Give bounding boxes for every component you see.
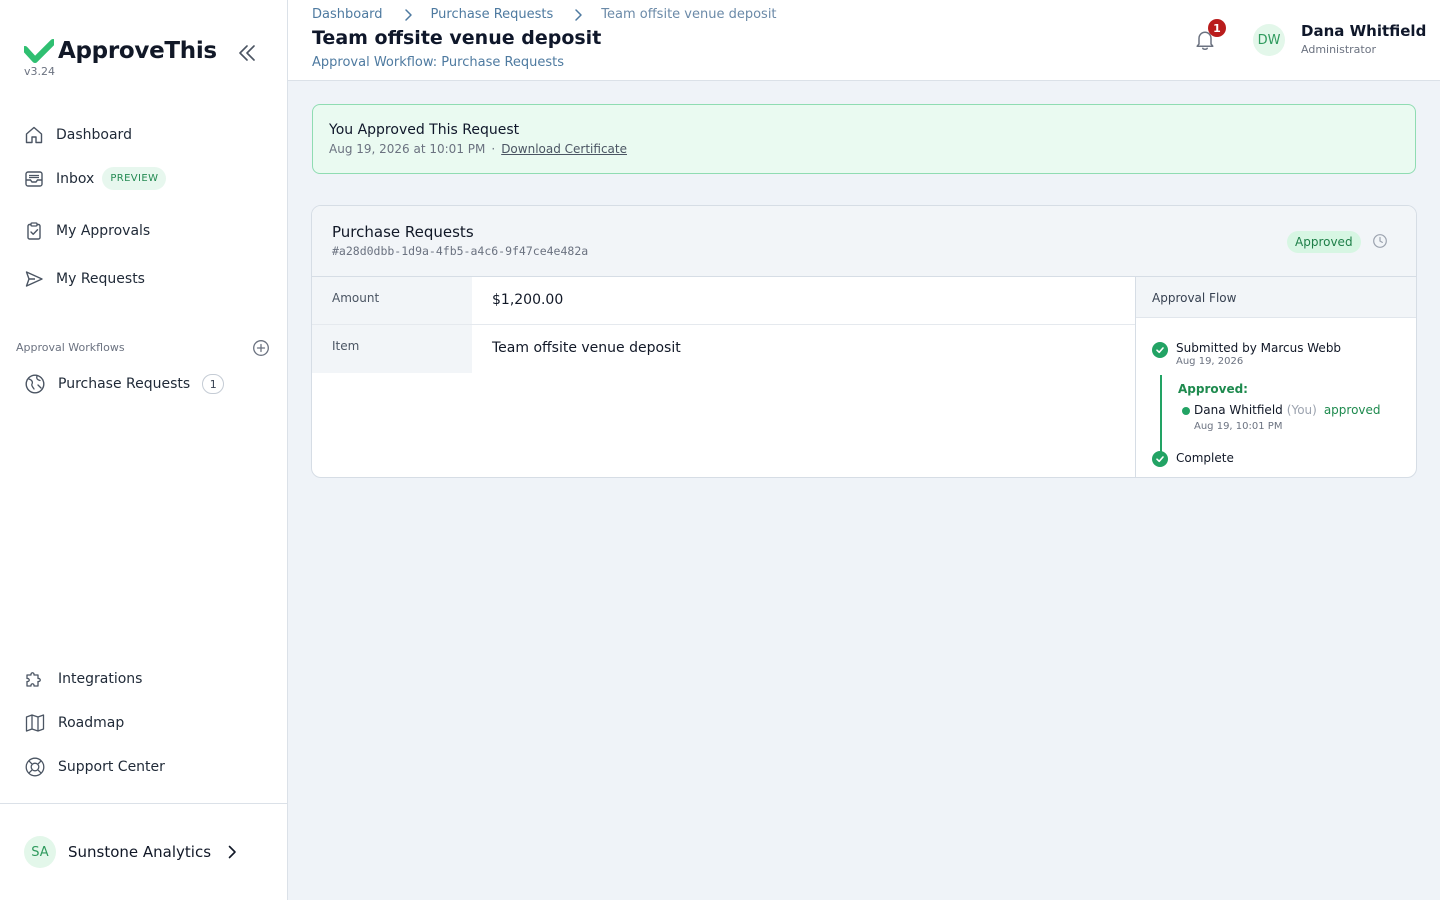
field-row-amount: Amount $1,200.00 [312,277,1136,325]
breadcrumb-dashboard[interactable]: Dashboard [312,7,383,22]
nav-item-integrations[interactable]: Integrations [24,668,142,690]
user-avatar[interactable]: DW [1253,24,1285,56]
field-value: Team offsite venue deposit [492,340,681,356]
page-title: Team offsite venue deposit [312,27,602,49]
home-icon [25,126,43,144]
status-badge: Approved [1287,231,1361,253]
field-row-item: Item Team offsite venue deposit [312,325,1136,373]
nav-label: Integrations [58,671,143,687]
nav-item-support-center[interactable]: Support Center [24,756,165,778]
approver-you-tag: (You) [1286,403,1317,417]
workflows-section-label: Approval Workflows [16,341,125,354]
sidebar: ApproveThis v3.24 Dashboard Inbox PREVIE… [0,0,288,900]
nav-item-roadmap[interactable]: Roadmap [24,712,124,734]
org-name: Sunstone Analytics [68,843,212,861]
nav-item-inbox[interactable]: Inbox PREVIEW [24,167,167,190]
chevron-right-icon [228,845,236,859]
logo-check-icon [24,39,54,63]
approval-flow-title: Approval Flow [1136,277,1416,318]
request-card: Purchase Requests #a28d0dbb-1d9a-4fb5-a4… [311,205,1417,478]
approver-name: Dana Whitfield [1194,403,1283,417]
flow-step-complete: Complete [1152,451,1234,467]
app-version: v3.24 [24,65,56,78]
flow-submitted-text: Submitted by Marcus Webb [1176,341,1342,355]
download-certificate-link[interactable]: Download Certificate [501,142,627,156]
check-circle-icon [1152,342,1168,358]
nav-label: Purchase Requests [58,376,191,392]
nav-item-dashboard[interactable]: Dashboard [24,125,132,145]
globe-icon [25,374,45,394]
brand-name: ApproveThis [58,38,217,64]
approver-date: Aug 19, 10:01 PM [1194,421,1283,432]
banner-title: You Approved This Request [329,122,520,138]
flow-approved-label: Approved: [1178,382,1248,396]
approver-status-dot [1182,407,1190,415]
nav-label: Roadmap [58,715,125,731]
nav-label: Dashboard [56,127,132,143]
lifebuoy-icon [25,757,45,777]
page-header: Dashboard Purchase Requests Team offsite… [288,0,1440,81]
nav-label: Inbox [56,170,95,187]
clock-history-icon[interactable] [1372,233,1388,249]
banner-timestamp: Aug 19, 2026 at 10:01 PM [329,142,486,156]
nav-item-my-approvals[interactable]: My Approvals [24,221,150,241]
brand[interactable]: ApproveThis [24,38,217,64]
banner-separator: · [491,142,496,156]
page-subtitle: Approval Workflow: Purchase Requests [312,55,565,70]
banner-meta: Aug 19, 2026 at 10:01 PM · Download Cert… [329,142,627,156]
chevron-right-icon [404,8,412,21]
org-switcher[interactable]: SA Sunstone Analytics [24,836,239,868]
field-key: Amount [312,277,472,324]
user-name: Dana Whitfield [1301,22,1427,40]
field-value: $1,200.00 [492,292,564,308]
sidebar-divider [0,803,287,804]
notification-count-badge: 1 [1208,19,1226,37]
approval-flow-panel: Approval Flow Submitted by Marcus Webb A… [1136,277,1416,477]
user-role: Administrator [1301,43,1376,56]
nav-label: My Approvals [56,223,151,239]
flow-submitted-date: Aug 19, 2026 [1176,356,1244,367]
preview-badge: PREVIEW [102,167,167,190]
add-workflow-icon[interactable] [252,339,270,357]
breadcrumb: Dashboard Purchase Requests Team offsite… [312,7,777,22]
flow-approver: Dana Whitfield (You) approved [1182,403,1381,417]
nav-label: Support Center [58,759,165,775]
breadcrumb-current: Team offsite venue deposit [601,7,777,22]
field-key: Item [312,325,472,373]
approver-status: approved [1323,403,1381,417]
flow-connector-line [1160,375,1162,455]
chevron-right-icon [575,8,583,21]
request-fields: Amount $1,200.00 Item Team offsite venue… [312,277,1136,373]
check-circle-icon [1152,451,1168,467]
flow-complete-text: Complete [1176,451,1234,465]
workflow-item-purchase-requests[interactable]: Purchase Requests 1 [24,373,225,395]
nav-item-my-requests[interactable]: My Requests [24,269,145,289]
workflow-count-badge: 1 [202,374,225,394]
breadcrumb-purchase-requests[interactable]: Purchase Requests [431,7,554,22]
send-icon [25,271,43,287]
clipboard-check-icon [27,222,41,240]
request-card-header: Purchase Requests #a28d0dbb-1d9a-4fb5-a4… [312,206,1416,277]
inbox-icon [25,170,43,187]
approval-banner: You Approved This Request Aug 19, 2026 a… [312,104,1416,174]
collapse-sidebar-icon[interactable] [236,42,258,64]
org-avatar: SA [24,836,56,868]
request-workflow-title: Purchase Requests [332,223,474,241]
flow-step-submitted: Submitted by Marcus Webb Aug 19, 2026 [1152,341,1341,367]
nav-label: My Requests [56,271,145,287]
map-icon [25,714,45,732]
request-id: #a28d0dbb-1d9a-4fb5-a4c6-9f47ce4e482a [332,244,589,258]
puzzle-icon [26,672,41,687]
